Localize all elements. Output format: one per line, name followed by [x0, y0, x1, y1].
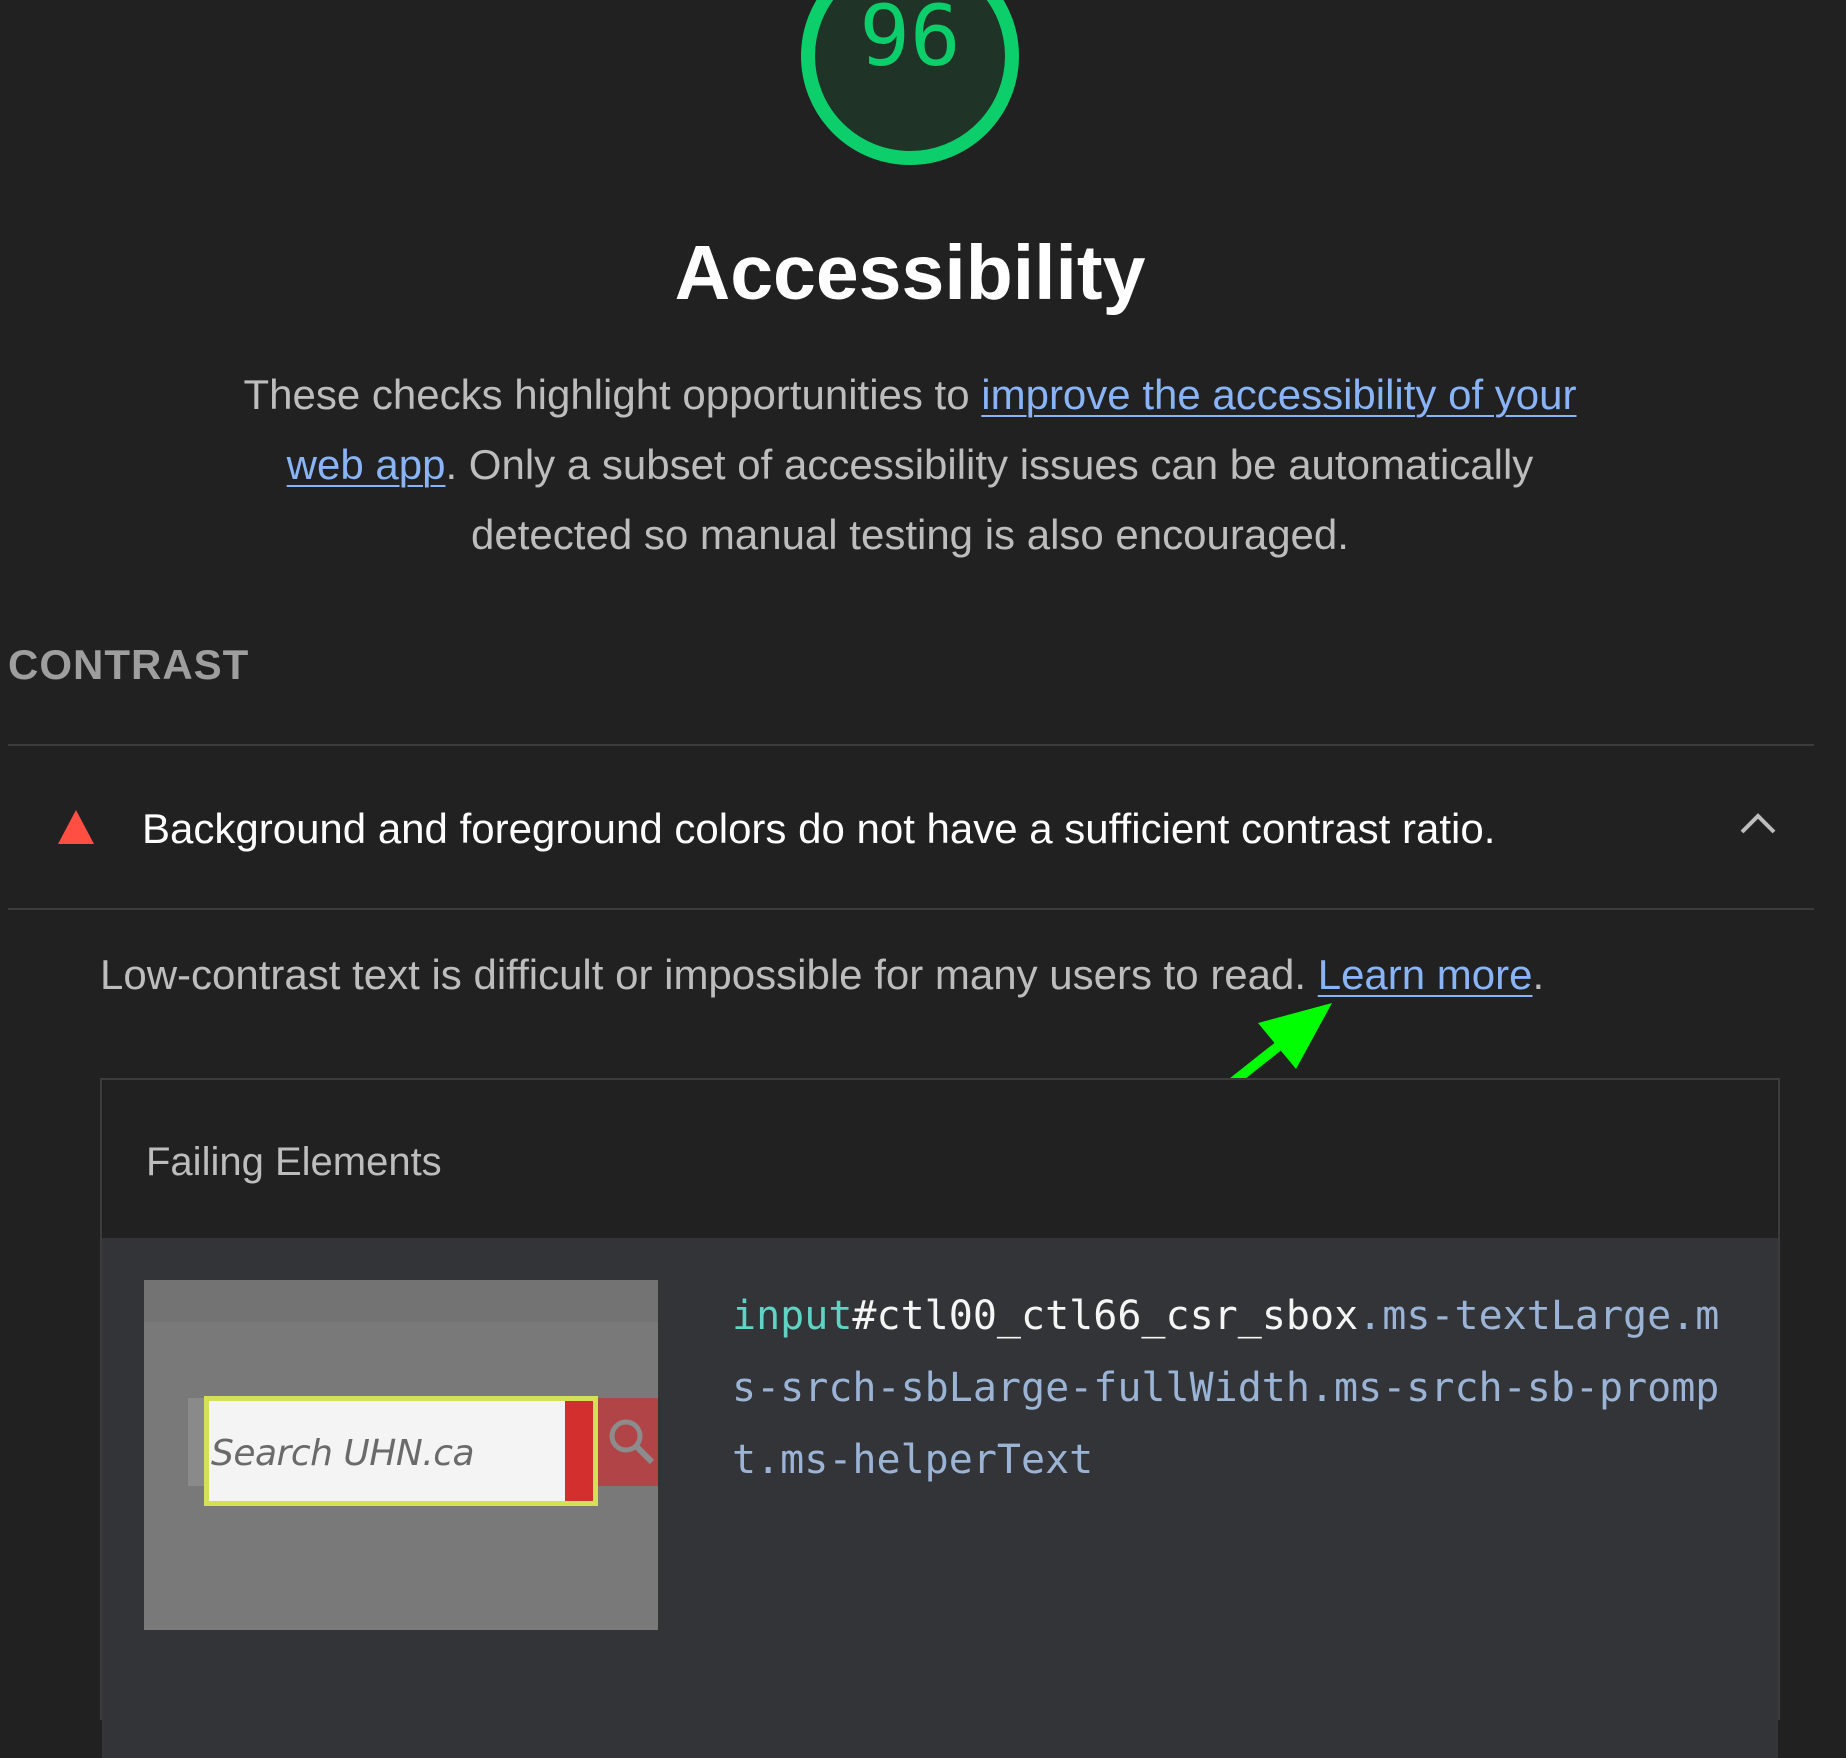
node-tag: input — [732, 1293, 853, 1339]
details-table: Failing Elements Search UHN.ca input#ctl… — [100, 1078, 1780, 1758]
failing-element-row[interactable]: Search UHN.ca input#ctl00_ctl66_csr_sbox… — [102, 1238, 1778, 1758]
audit-description: Low-contrast text is difficult or imposs… — [100, 951, 1545, 998]
score-value: 96 — [859, 0, 961, 85]
audit-description-text: Low-contrast text is difficult or imposs… — [100, 951, 1318, 998]
category-description-text: These checks highlight opportunities to — [243, 371, 982, 418]
fail-triangle-icon — [58, 810, 94, 844]
node-id: #ctl00_ctl66_csr_sbox — [852, 1293, 1359, 1339]
lighthouse-report: 96 Accessibility These checks highlight … — [0, 0, 1846, 1758]
audit-description-period: . — [1532, 951, 1545, 998]
magnifier-icon — [609, 1419, 655, 1465]
node-selector[interactable]: input#ctl00_ctl66_csr_sbox.ms-textLarge.… — [732, 1280, 1742, 1496]
score-gauge[interactable]: 96 — [784, 0, 1036, 182]
learn-more-link[interactable]: Learn more — [1318, 951, 1533, 998]
details-heading: Failing Elements — [146, 1140, 442, 1184]
screenshot-band — [144, 1280, 658, 1322]
divider — [8, 908, 1814, 910]
group-title: CONTRAST — [8, 641, 250, 688]
screenshot-field-edge — [565, 1401, 593, 1501]
element-screenshot[interactable]: Search UHN.ca — [144, 1280, 658, 1630]
category-description-text-end: . Only a subset of accessibility issues … — [445, 441, 1534, 558]
highlighted-element: Search UHN.ca — [204, 1396, 598, 1506]
screenshot-field-text: Search UHN.ca — [211, 1433, 475, 1474]
details-header: Failing Elements — [102, 1080, 1778, 1238]
audit-color-contrast[interactable]: Background and foreground colors do not … — [8, 746, 1814, 908]
category-title: Accessibility — [674, 230, 1146, 316]
audit-title: Background and foreground colors do not … — [142, 805, 1496, 852]
category-description: These checks highlight opportunities to … — [220, 360, 1600, 570]
chevron-up-icon[interactable] — [1738, 810, 1778, 836]
